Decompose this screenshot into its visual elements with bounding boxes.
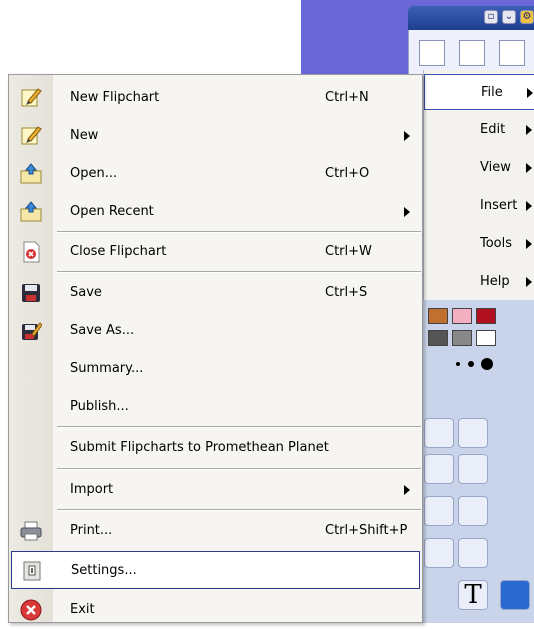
menu-item-open[interactable]: Open... Ctrl+O (9, 155, 422, 193)
pen-tool-icon[interactable] (424, 454, 454, 484)
app-titlebar: ▫ ⌄ ⚙ (408, 6, 534, 30)
user-icon[interactable] (499, 40, 525, 66)
highlighter-tool-icon[interactable] (458, 454, 488, 484)
pen-width-large[interactable] (481, 358, 493, 370)
submenu-arrow-icon (404, 485, 410, 495)
menu-view[interactable]: View (424, 150, 534, 186)
menu-item-label: Settings... (71, 563, 137, 578)
open-folder-icon (20, 163, 42, 184)
new-icon (21, 126, 42, 145)
submenu-arrow-icon (527, 88, 533, 98)
pages-browser-icon[interactable] (419, 40, 445, 66)
new-flipchart-icon (21, 88, 42, 107)
color-swatch[interactable] (452, 308, 472, 324)
chevron-down-icon[interactable]: ⌄ (502, 10, 516, 24)
menu-item-label: Save (70, 285, 102, 300)
open-recent-icon (20, 201, 42, 222)
submenu-arrow-icon (526, 163, 532, 173)
menu-item-shortcut: Ctrl+S (325, 285, 368, 300)
pen-width-medium[interactable] (468, 361, 474, 367)
menu-tools[interactable]: Tools (424, 226, 534, 262)
menu-item-save[interactable]: Save Ctrl+S (9, 274, 422, 312)
submenu-arrow-icon (526, 239, 532, 249)
menu-label: Help (480, 274, 510, 289)
menu-item-label: Exit (70, 602, 95, 617)
settings-gear-icon[interactable]: ⚙ (520, 10, 534, 24)
menu-edit[interactable]: Edit (424, 112, 534, 148)
menu-item-save-as[interactable]: Save As... (9, 312, 422, 350)
menu-item-import[interactable]: Import (9, 471, 422, 509)
menu-item-submit-flipcharts[interactable]: Submit Flipcharts to Promethean Planet (9, 429, 422, 467)
save-as-icon (22, 322, 42, 340)
submenu-arrow-icon (526, 201, 532, 211)
menu-item-label: New (70, 128, 99, 143)
menu-insert[interactable]: Insert (424, 188, 534, 224)
menu-label: Edit (480, 122, 506, 137)
menu-separator (57, 271, 421, 273)
menu-item-label: Publish... (70, 399, 129, 414)
menu-item-open-recent[interactable]: Open Recent (9, 193, 422, 231)
tools-icon[interactable] (458, 418, 488, 448)
minimize-icon[interactable]: ▫ (484, 10, 498, 24)
menu-item-new-flipchart[interactable]: New Flipchart Ctrl+N (9, 79, 422, 117)
submenu-arrow-icon (404, 131, 410, 141)
menu-item-new[interactable]: New (9, 117, 422, 155)
menu-item-label: Close Flipchart (70, 244, 167, 259)
settings-icon (23, 561, 41, 581)
magic-tool-icon[interactable] (500, 580, 530, 610)
menu-item-exit[interactable]: Exit (9, 591, 422, 629)
menu-item-label: Import (70, 482, 114, 497)
menu-item-shortcut: Ctrl+N (325, 90, 369, 105)
menu-item-label: Summary... (70, 361, 144, 376)
menu-item-label: Open... (70, 166, 118, 181)
eraser-tool-icon[interactable] (424, 496, 454, 526)
menu-item-shortcut: Ctrl+Shift+P (325, 523, 408, 538)
printer-icon (20, 521, 42, 541)
submenu-arrow-icon (526, 277, 532, 287)
menu-item-label: New Flipchart (70, 90, 160, 105)
file-menu: New Flipchart Ctrl+N New Open... Ctrl+O … (8, 74, 423, 623)
menu-item-summary[interactable]: Summary... (9, 350, 422, 388)
menu-item-label: Print... (70, 523, 113, 538)
menu-item-settings[interactable]: Settings... (11, 551, 420, 589)
shape-tool-icon[interactable] (424, 538, 454, 568)
menu-item-shortcut: Ctrl+O (325, 166, 370, 181)
menu-item-label: Save As... (70, 323, 135, 338)
pen-width-small[interactable] (456, 362, 460, 366)
save-icon (22, 284, 40, 302)
menu-item-publish[interactable]: Publish... (9, 388, 422, 426)
fill-tool-icon[interactable] (458, 496, 488, 526)
menu-item-shortcut: Ctrl+W (325, 244, 372, 259)
menu-separator (57, 509, 421, 511)
menu-label: View (480, 160, 511, 175)
submenu-arrow-icon (404, 207, 410, 217)
pointer-tool-icon[interactable] (424, 418, 454, 448)
menu-label: Tools (480, 236, 513, 251)
menu-label: Insert (480, 198, 518, 213)
exit-icon (20, 599, 42, 621)
menu-label: File (481, 85, 503, 100)
close-flipchart-icon (23, 241, 40, 263)
menubar: File Edit View Insert Tools Help (423, 70, 534, 300)
menu-help[interactable]: Help (424, 264, 534, 300)
submenu-arrow-icon (526, 125, 532, 135)
color-swatch[interactable] (452, 330, 472, 346)
menu-item-close-flipchart[interactable]: Close Flipchart Ctrl+W (9, 233, 422, 271)
menu-item-label: Open Recent (70, 204, 154, 219)
connector-tool-icon[interactable] (458, 538, 488, 568)
user-browser-icon[interactable] (459, 40, 485, 66)
color-swatch[interactable] (476, 308, 496, 324)
color-swatch[interactable] (476, 330, 496, 346)
menu-item-print[interactable]: Print... Ctrl+Shift+P (9, 512, 422, 550)
menu-file[interactable]: File (424, 74, 534, 110)
color-swatch[interactable] (428, 330, 448, 346)
text-tool-icon[interactable]: T (458, 580, 488, 610)
menu-item-label: Submit Flipcharts to Promethean Planet (70, 440, 329, 455)
menu-separator (57, 468, 421, 470)
tool-palette: T (418, 300, 534, 623)
color-swatch[interactable] (428, 308, 448, 324)
menu-separator (57, 426, 421, 428)
